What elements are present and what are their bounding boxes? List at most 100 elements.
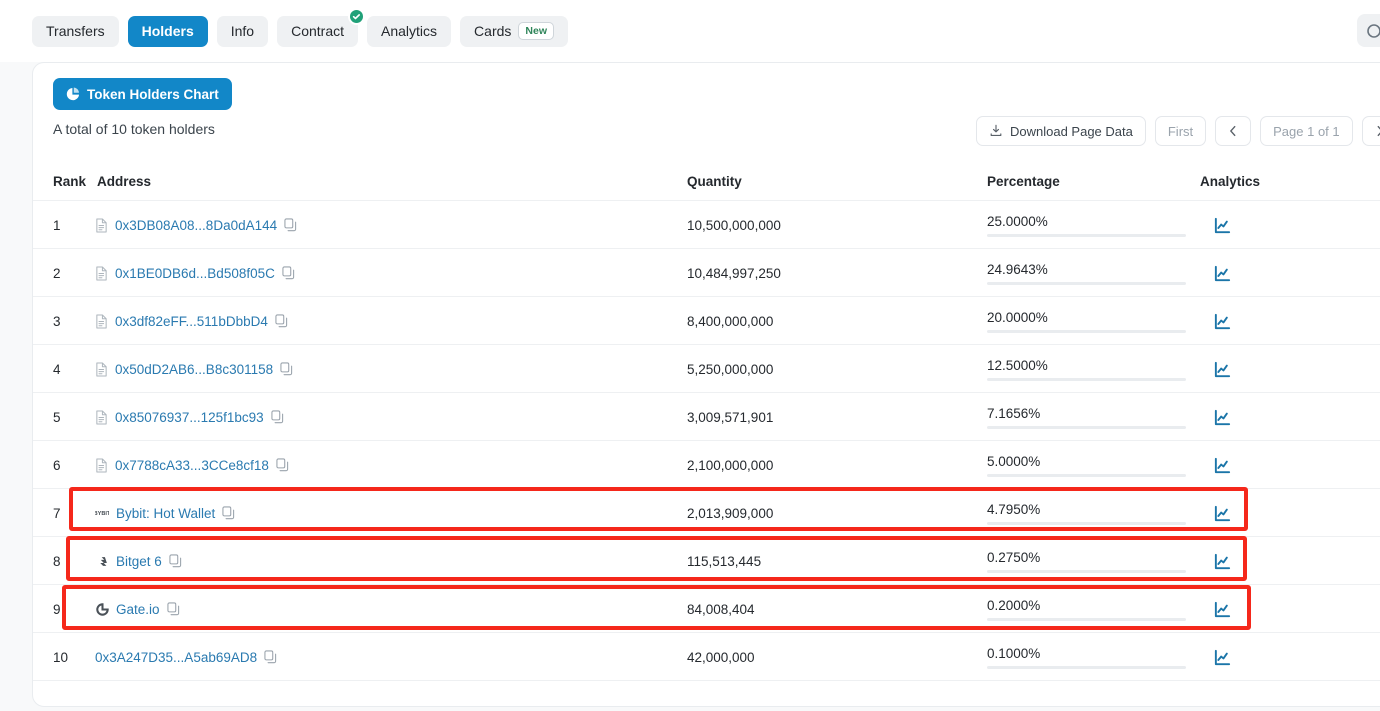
cell-analytics[interactable] [1213, 249, 1232, 297]
cell-analytics[interactable] [1213, 345, 1232, 393]
cell-analytics[interactable] [1213, 441, 1232, 489]
document-icon [95, 410, 108, 425]
cell-quantity: 84,008,404 [687, 585, 755, 633]
line-chart-icon[interactable] [1213, 264, 1232, 283]
cell-rank: 1 [53, 201, 61, 249]
address-link[interactable]: 0x85076937...125f1bc93 [115, 410, 264, 425]
address-link[interactable]: 0x1BE0DB6d...Bd508f05C [115, 266, 275, 281]
tab-cards[interactable]: CardsNew [460, 16, 568, 47]
copy-icon[interactable] [167, 602, 180, 616]
tab-label: Contract [291, 23, 344, 39]
page-label: Page 1 of 1 [1273, 124, 1340, 139]
copy-icon[interactable] [284, 218, 297, 232]
bybit-icon: BYBIT [95, 506, 109, 520]
line-chart-icon[interactable] [1213, 216, 1232, 235]
cell-address: 0x85076937...125f1bc93 [95, 393, 284, 441]
cell-address: 0x3DB08A08...8Da0dA144 [95, 201, 297, 249]
circle-icon [1366, 23, 1380, 39]
address-link[interactable]: 0x3A247D35...A5ab69AD8 [95, 650, 257, 665]
line-chart-icon[interactable] [1213, 648, 1232, 667]
copy-icon[interactable] [264, 650, 277, 664]
cell-address: Bitget 6 [95, 537, 182, 585]
address-link[interactable]: Bitget 6 [116, 554, 162, 569]
line-chart-icon[interactable] [1213, 456, 1232, 475]
cell-analytics[interactable] [1213, 585, 1232, 633]
percentage-bar [987, 618, 1186, 621]
tab-contract[interactable]: Contract [277, 16, 358, 47]
cell-rank: 3 [53, 297, 61, 345]
cell-analytics[interactable] [1213, 201, 1232, 249]
tab-info[interactable]: Info [217, 16, 268, 47]
address-link[interactable]: Bybit: Hot Wallet [116, 506, 215, 521]
copy-icon[interactable] [282, 266, 295, 280]
address-link[interactable]: Gate.io [116, 602, 160, 617]
percentage-bar [987, 426, 1186, 429]
cell-analytics[interactable] [1213, 633, 1232, 681]
download-page-data-button[interactable]: Download Page Data [976, 116, 1146, 146]
percentage-value: 0.2750% [987, 550, 1040, 565]
percentage-value: 25.0000% [987, 214, 1048, 229]
token-holders-chart-button[interactable]: Token Holders Chart [53, 78, 232, 110]
cell-analytics[interactable] [1213, 537, 1232, 585]
prev-page-button[interactable] [1215, 116, 1251, 146]
column-header-percentage: Percentage [987, 174, 1060, 189]
address-link[interactable]: 0x50dD2AB6...B8c301158 [115, 362, 273, 377]
line-chart-icon[interactable] [1213, 552, 1232, 571]
percentage-bar [987, 474, 1186, 477]
percentage-bar [987, 522, 1186, 525]
line-chart-icon[interactable] [1213, 600, 1232, 619]
percentage-value: 7.1656% [987, 406, 1040, 421]
copy-icon[interactable] [275, 314, 288, 328]
document-icon [95, 362, 108, 377]
percentage-value: 12.5000% [987, 358, 1048, 373]
address-link[interactable]: 0x3df82eFF...511bDbbD4 [115, 314, 268, 329]
percentage-bar [987, 234, 1186, 237]
cell-rank: 6 [53, 441, 61, 489]
copy-icon[interactable] [169, 554, 182, 568]
tab-holders[interactable]: Holders [128, 16, 208, 47]
first-page-button[interactable]: First [1155, 116, 1206, 146]
copy-icon[interactable] [276, 458, 289, 472]
cell-address: BYBIT Bybit: Hot Wallet [95, 489, 235, 537]
cell-percentage: 7.1656% [987, 393, 1187, 441]
cell-percentage: 4.7950% [987, 489, 1187, 537]
percentage-bar [987, 570, 1186, 573]
copy-icon[interactable] [271, 410, 284, 424]
cell-address: 0x3df82eFF...511bDbbD4 [95, 297, 288, 345]
table-row: 10x3DB08A08...8Da0dA14410,500,000,00025.… [33, 201, 1380, 249]
cell-rank: 9 [53, 585, 61, 633]
percentage-bar [987, 378, 1186, 381]
cell-quantity: 8,400,000,000 [687, 297, 773, 345]
copy-icon[interactable] [222, 506, 235, 520]
cell-analytics[interactable] [1213, 393, 1232, 441]
copy-icon[interactable] [280, 362, 293, 376]
column-header-address: Address [97, 174, 151, 189]
svg-text:BYBIT: BYBIT [95, 511, 109, 517]
bitget-icon [95, 554, 109, 568]
cell-percentage: 25.0000% [987, 201, 1187, 249]
column-header-rank: Rank [53, 174, 86, 189]
cell-address: 0x1BE0DB6d...Bd508f05C [95, 249, 295, 297]
address-link[interactable]: 0x3DB08A08...8Da0dA144 [115, 218, 277, 233]
cell-analytics[interactable] [1213, 489, 1232, 537]
next-page-button[interactable] [1362, 116, 1380, 146]
line-chart-icon[interactable] [1213, 504, 1232, 523]
corner-circle-button[interactable] [1357, 14, 1380, 47]
address-link[interactable]: 0x7788cA33...3CCe8cf18 [115, 458, 269, 473]
line-chart-icon[interactable] [1213, 408, 1232, 427]
cell-percentage: 0.1000% [987, 633, 1187, 681]
cell-percentage: 24.9643% [987, 249, 1187, 297]
document-icon [95, 458, 108, 473]
table-row: 50x85076937...125f1bc933,009,571,9017.16… [33, 393, 1380, 441]
cell-analytics[interactable] [1213, 297, 1232, 345]
tab-analytics[interactable]: Analytics [367, 16, 451, 47]
line-chart-icon[interactable] [1213, 312, 1232, 331]
cell-quantity: 3,009,571,901 [687, 393, 773, 441]
tab-transfers[interactable]: Transfers [32, 16, 119, 47]
percentage-value: 24.9643% [987, 262, 1048, 277]
tab-label: Cards [474, 23, 511, 39]
cell-percentage: 0.2750% [987, 537, 1187, 585]
line-chart-icon[interactable] [1213, 360, 1232, 379]
download-label: Download Page Data [1010, 124, 1133, 139]
cell-rank: 2 [53, 249, 61, 297]
